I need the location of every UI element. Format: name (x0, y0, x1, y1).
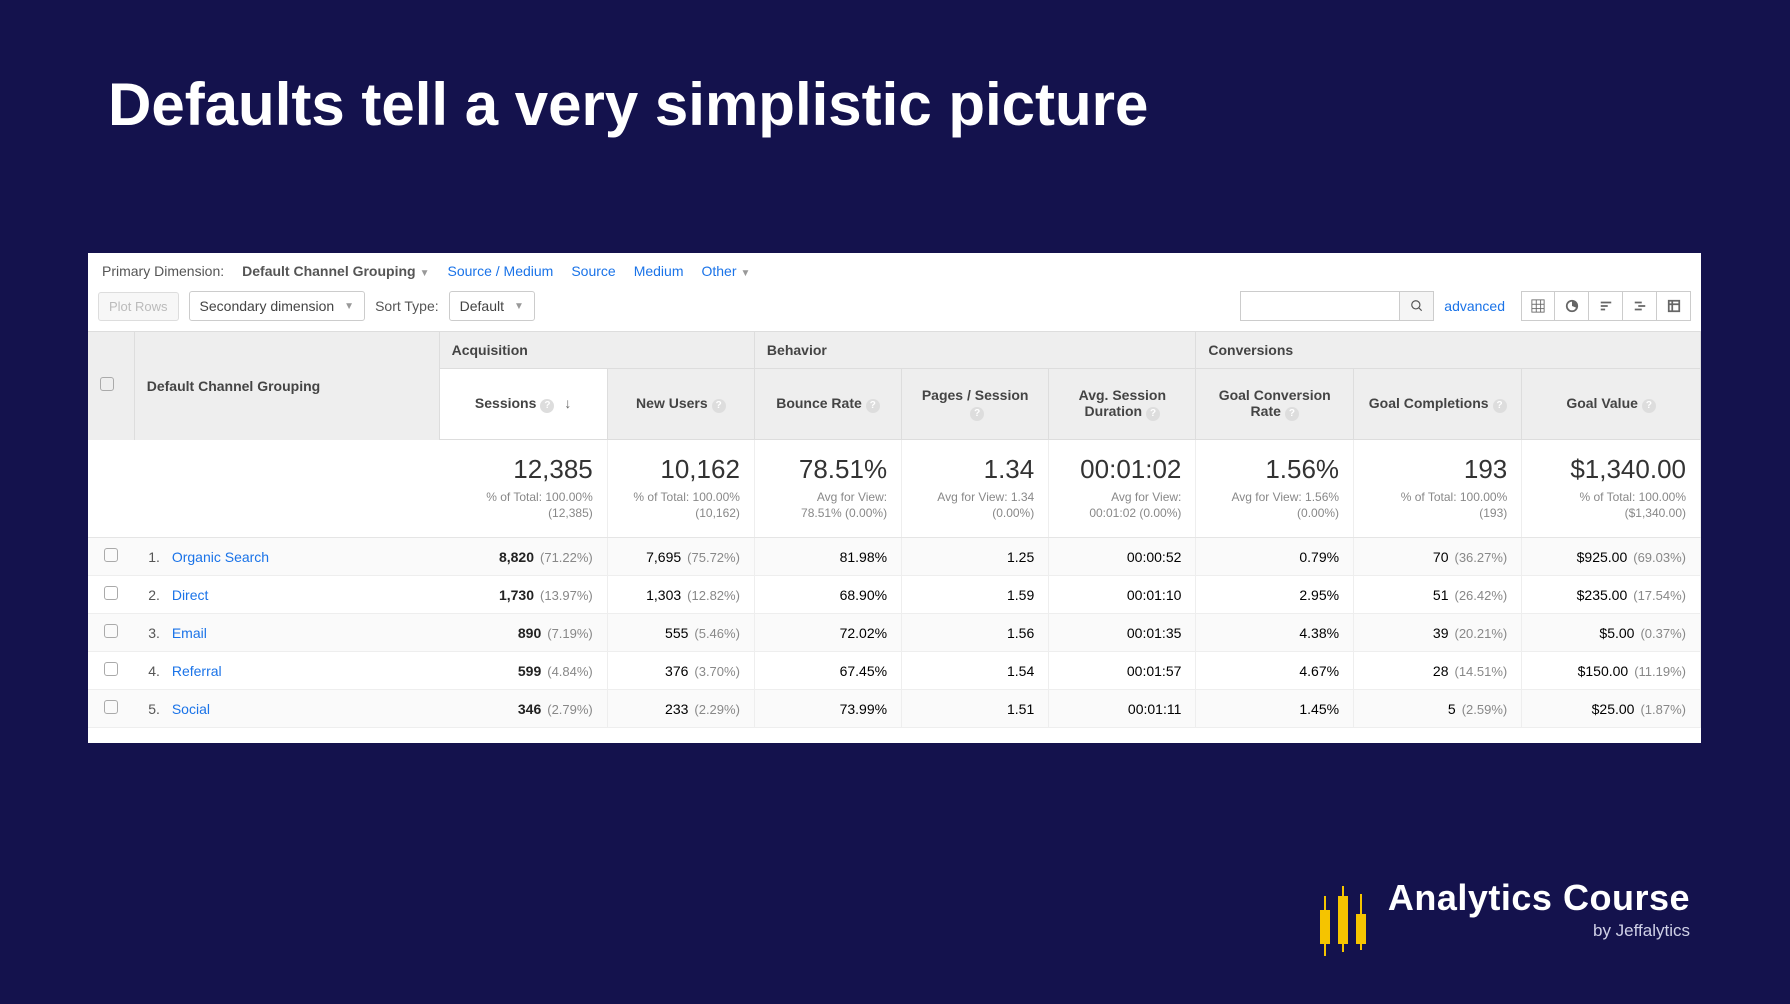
primary-dimension-label: Primary Dimension: (102, 263, 224, 279)
chevron-down-icon: ▼ (514, 301, 524, 312)
table-row: 3. Email890(7.19%)555(5.46%)72.02%1.5600… (88, 614, 1701, 652)
search-input[interactable] (1240, 291, 1400, 321)
dimension-source[interactable]: Source (571, 263, 615, 279)
help-icon[interactable]: ? (1493, 399, 1507, 413)
pivot-icon (1667, 299, 1681, 313)
primary-dimension-active[interactable]: Default Channel Grouping▼ (242, 263, 429, 279)
table-icon (1531, 299, 1545, 313)
row-number: 1. (148, 549, 168, 565)
view-pivot-button[interactable] (1657, 291, 1691, 321)
sort-type-dropdown[interactable]: Default ▼ (449, 291, 535, 321)
search-button[interactable] (1400, 291, 1434, 321)
help-icon[interactable]: ? (866, 399, 880, 413)
comparison-icon (1633, 299, 1647, 313)
slide-title: Defaults tell a very simplistic picture (0, 0, 1790, 139)
help-icon[interactable]: ? (1285, 407, 1299, 421)
row-checkbox[interactable] (104, 586, 118, 600)
footer-brand: Analytics Course by Jeffalytics (1320, 874, 1690, 944)
sort-type-label: Sort Type: (375, 298, 439, 314)
chevron-down-icon: ▼ (420, 268, 430, 279)
table-row: 2. Direct1,730(13.97%)1,303(12.82%)68.90… (88, 576, 1701, 614)
chevron-down-icon: ▼ (741, 268, 751, 279)
col-goal-value[interactable]: Goal Value? (1522, 369, 1701, 440)
primary-dimension-row: Primary Dimension: Default Channel Group… (88, 253, 1701, 287)
channel-link[interactable]: Organic Search (172, 549, 269, 565)
row-number: 4. (148, 663, 168, 679)
col-goal-completions[interactable]: Goal Completions? (1354, 369, 1522, 440)
dimension-source-medium[interactable]: Source / Medium (448, 263, 554, 279)
bars-icon (1599, 299, 1613, 313)
dimension-medium[interactable]: Medium (634, 263, 684, 279)
sort-desc-icon: ↓ (564, 395, 571, 411)
view-table-button[interactable] (1521, 291, 1555, 321)
select-all-checkbox[interactable] (100, 377, 114, 391)
totals-row: 12,385% of Total: 100.00%(12,385) 10,162… (88, 440, 1701, 538)
help-icon[interactable]: ? (712, 399, 726, 413)
row-number: 3. (148, 625, 168, 641)
col-sessions[interactable]: Sessions?↓ (439, 369, 607, 440)
group-acquisition: Acquisition (439, 332, 754, 369)
row-checkbox[interactable] (104, 662, 118, 676)
view-comparison-button[interactable] (1623, 291, 1657, 321)
view-pie-button[interactable] (1555, 291, 1589, 321)
analytics-report-panel: Primary Dimension: Default Channel Group… (88, 253, 1701, 743)
col-avg-duration[interactable]: Avg. Session Duration? (1049, 369, 1196, 440)
group-behavior: Behavior (754, 332, 1195, 369)
help-icon[interactable]: ? (1146, 407, 1160, 421)
search-icon (1410, 299, 1424, 313)
col-new-users[interactable]: New Users? (607, 369, 754, 440)
group-conversions: Conversions (1196, 332, 1701, 369)
table-row: 4. Referral599(4.84%)376(3.70%)67.45%1.5… (88, 652, 1701, 690)
pie-icon (1565, 299, 1579, 313)
col-dimension[interactable]: Default Channel Grouping (134, 332, 439, 440)
view-performance-button[interactable] (1589, 291, 1623, 321)
col-bounce-rate[interactable]: Bounce Rate? (754, 369, 901, 440)
table-row: 5. Social346(2.79%)233(2.29%)73.99%1.510… (88, 690, 1701, 728)
advanced-link[interactable]: advanced (1444, 298, 1505, 314)
report-table: Default Channel Grouping Acquisition Beh… (88, 331, 1701, 728)
chevron-down-icon: ▼ (344, 301, 354, 312)
col-pages-session[interactable]: Pages / Session? (902, 369, 1049, 440)
toolbar-row: Plot Rows Secondary dimension ▼ Sort Typ… (88, 287, 1701, 331)
channel-link[interactable]: Social (172, 701, 210, 717)
row-checkbox[interactable] (104, 624, 118, 638)
brand-name: Analytics Course (1388, 877, 1690, 919)
channel-link[interactable]: Email (172, 625, 207, 641)
brand-byline: by Jeffalytics (1388, 921, 1690, 941)
row-number: 2. (148, 587, 168, 603)
help-icon[interactable]: ? (970, 407, 984, 421)
dimension-other[interactable]: Other▼ (701, 263, 750, 279)
help-icon[interactable]: ? (540, 399, 554, 413)
channel-link[interactable]: Direct (172, 587, 209, 603)
table-row: 1. Organic Search8,820(71.22%)7,695(75.7… (88, 538, 1701, 576)
col-goal-conv-rate[interactable]: Goal Conversion Rate? (1196, 369, 1354, 440)
row-checkbox[interactable] (104, 548, 118, 562)
channel-link[interactable]: Referral (172, 663, 222, 679)
plot-rows-button[interactable]: Plot Rows (98, 292, 179, 321)
candlestick-icon (1320, 874, 1366, 944)
row-checkbox[interactable] (104, 700, 118, 714)
row-number: 5. (148, 701, 168, 717)
secondary-dimension-dropdown[interactable]: Secondary dimension ▼ (189, 291, 366, 321)
help-icon[interactable]: ? (1642, 399, 1656, 413)
